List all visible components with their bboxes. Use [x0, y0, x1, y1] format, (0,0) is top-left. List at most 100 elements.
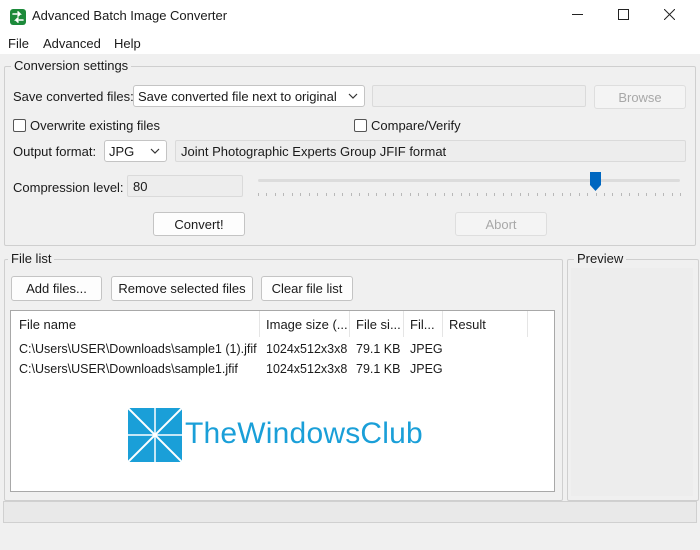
slider-ticks: [258, 193, 681, 197]
slider-tick: [629, 193, 631, 196]
slider-tick: [266, 193, 268, 196]
slider-thumb[interactable]: [590, 172, 602, 191]
slider-tick: [654, 193, 656, 196]
output-folder-field: [372, 85, 586, 107]
chevron-down-icon: [348, 90, 358, 105]
menu-help[interactable]: Help: [114, 36, 141, 51]
slider-tick: [544, 193, 546, 196]
menu-bar: [0, 32, 700, 54]
slider-tick: [401, 193, 403, 196]
slider-tick: [460, 193, 462, 196]
watermark-text: TheWindowsClub: [185, 417, 423, 450]
compare-verify-checkbox[interactable]: [354, 119, 367, 132]
slider-tick: [325, 193, 327, 196]
column-separator: [259, 311, 260, 337]
slider-tick: [561, 193, 563, 196]
slider-tick: [620, 193, 622, 196]
slider-tick: [494, 193, 496, 196]
slider-tick: [469, 193, 470, 196]
windows-logo-icon: [127, 407, 183, 463]
column-separator: [527, 311, 528, 337]
menu-file[interactable]: File: [8, 36, 29, 51]
slider-tick: [376, 193, 378, 196]
slider-tick: [418, 193, 420, 196]
cell-file-name: C:\Users\USER\Downloads\sample1.jfif: [19, 362, 238, 376]
close-button[interactable]: [646, 0, 692, 32]
convert-button[interactable]: Convert!: [153, 212, 245, 236]
output-format-label: Output format:: [13, 144, 97, 159]
column-header-file-name[interactable]: File name: [19, 317, 259, 332]
add-files-button[interactable]: Add files...: [11, 276, 102, 301]
chevron-down-icon: [150, 145, 160, 160]
preview-label: Preview: [574, 251, 627, 266]
column-header-file-type[interactable]: Fil...: [410, 317, 442, 332]
minimize-button[interactable]: [554, 0, 600, 32]
slider-tick: [578, 193, 580, 196]
slider-tick: [680, 193, 681, 196]
column-header-result[interactable]: Result: [449, 317, 519, 332]
slider-tick: [671, 193, 673, 196]
slider-tick: [274, 193, 276, 196]
slider-tick: [663, 193, 665, 196]
maximize-button[interactable]: [600, 0, 646, 32]
compression-level-field[interactable]: 80: [127, 175, 243, 197]
save-location-dropdown[interactable]: Save converted file next to original: [133, 85, 365, 107]
save-converted-files-label: Save converted files:: [13, 89, 134, 104]
slider-tick: [612, 193, 614, 196]
slider-tick: [452, 193, 454, 196]
remove-selected-files-button[interactable]: Remove selected files: [111, 276, 253, 301]
file-list-view[interactable]: File name Image size (... File si... Fil…: [10, 310, 555, 492]
slider-tick: [477, 193, 479, 196]
cell-file-size: 79.1 KB: [356, 362, 401, 376]
table-row[interactable]: C:\Users\USER\Downloads\sample1.jfif 102…: [11, 359, 554, 379]
status-bar: [3, 501, 697, 523]
slider-tick: [409, 193, 411, 196]
column-header-image-size[interactable]: Image size (...: [266, 317, 348, 332]
column-separator: [403, 311, 404, 337]
close-icon: [663, 8, 675, 23]
file-list-label: File list: [8, 251, 55, 266]
slider-tick: [300, 193, 302, 196]
column-header-file-size[interactable]: File si...: [356, 317, 404, 332]
compare-verify-label: Compare/Verify: [371, 118, 461, 133]
app-icon: [10, 9, 26, 25]
slider-tick: [317, 193, 319, 196]
abort-button[interactable]: Abort: [455, 212, 547, 236]
slider-tick: [367, 193, 369, 196]
compression-slider[interactable]: [256, 170, 682, 200]
compression-level-label: Compression level:: [13, 180, 124, 195]
slider-tick: [342, 193, 344, 196]
cell-image-size: 1024x512x3x8: [266, 342, 348, 356]
slider-tick: [485, 193, 487, 196]
slider-tick: [426, 193, 428, 196]
save-location-value: Save converted file next to original: [138, 88, 337, 104]
column-separator: [442, 311, 443, 337]
minimize-icon: [571, 9, 583, 23]
preview-area: [571, 268, 693, 496]
slider-track: [258, 179, 680, 182]
conversion-settings-label: Conversion settings: [11, 58, 132, 73]
slider-tick: [553, 193, 555, 196]
slider-tick: [502, 193, 504, 196]
cell-file-type: JPEG: [410, 342, 443, 356]
output-format-value: JPG: [109, 143, 135, 159]
format-description-field: Joint Photographic Experts Group JFIF fo…: [175, 140, 686, 162]
slider-tick: [528, 193, 530, 196]
slider-tick: [258, 193, 259, 196]
table-row[interactable]: C:\Users\USER\Downloads\sample1 (1).jfif…: [11, 339, 554, 359]
cell-file-type: JPEG: [410, 362, 443, 376]
menu-advanced[interactable]: Advanced: [43, 36, 101, 51]
maximize-icon: [617, 9, 629, 23]
slider-tick: [536, 193, 538, 196]
cell-file-name: C:\Users\USER\Downloads\sample1 (1).jfif: [19, 342, 257, 356]
cell-file-size: 79.1 KB: [356, 342, 401, 356]
slider-tick: [570, 193, 572, 196]
column-separator: [349, 311, 350, 337]
slider-tick: [646, 193, 648, 196]
clear-file-list-button[interactable]: Clear file list: [261, 276, 353, 301]
slider-tick: [587, 193, 589, 196]
browse-button[interactable]: Browse: [594, 85, 686, 109]
overwrite-checkbox[interactable]: [13, 119, 26, 132]
slider-tick: [443, 193, 445, 196]
output-format-dropdown[interactable]: JPG: [104, 140, 167, 162]
